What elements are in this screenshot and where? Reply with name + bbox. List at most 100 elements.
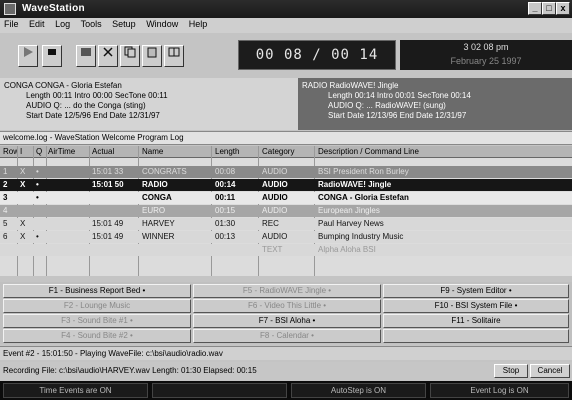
cell-i: X [20,180,26,189]
table-row[interactable]: 6 X • 15:01 49 WINNER 00:13 AUDIO Bumping Indus… [0,231,572,243]
cell-row: 3 [3,193,8,202]
col-airtime[interactable]: AirTime [48,146,88,157]
menu-setup[interactable]: Setup [108,18,140,29]
f2-button[interactable]: F2 - Lounge Music [3,299,191,313]
f10-button[interactable]: F10 - BSI System File • [383,299,569,313]
menu-tools[interactable]: Tools [77,18,106,29]
play-icon [24,47,33,57]
event-log-status[interactable]: Event Log is ON [430,383,569,398]
cell-desc: Alpha Aloha BSI [318,245,376,254]
cell-q: • [36,167,39,176]
f9-button[interactable]: F9 - System Editor • [383,284,569,298]
menu-bar: File Edit Log Tools Setup Window Help [0,18,572,33]
cell-name: HARVEY [142,219,175,228]
col-category[interactable]: Category [262,146,312,157]
col-q[interactable]: Q [36,146,46,157]
current-length: Length 00:11 Intro 00:00 SecTone 00:11 [26,91,168,100]
cell-row: 6 [3,232,8,241]
cell-length: 00:13 [215,232,236,241]
table-row[interactable]: 2 X • 15:01 50 RADIO 00:14 AUDIO RadioWAVE! Jin… [0,179,572,191]
stop-button[interactable] [42,45,62,67]
cell-category: AUDIO [262,206,288,215]
col-row[interactable]: Row [3,146,17,157]
hotkey-panel: F1 - Business Report Bed • F2 - Lounge M… [0,282,572,344]
record-button[interactable] [76,45,96,67]
cell-length: 00:08 [215,167,236,176]
cell-q: • [36,180,39,189]
f4-button[interactable]: F4 - Sound Bite #2 • [3,329,191,343]
f8-button[interactable]: F8 - Calendar • [193,329,381,343]
table-row[interactable]: 1 X • 15:01 33 CONGRATS 00:08 AUDIO BSI Preside… [0,166,572,178]
cell-row: 5 [3,219,8,228]
grid-icon [168,47,180,57]
stop-recording-button[interactable]: Stop [494,364,528,378]
minimize-button[interactable]: _ [528,2,542,15]
copy-icon [124,46,136,58]
col-i[interactable]: I [20,146,34,157]
table-row[interactable]: 4 EURO 00:15 AUDIO European Jingles [0,205,572,217]
cut-button[interactable] [98,45,118,67]
cart-button[interactable] [164,45,184,67]
cell-actual: 15:01 49 [92,232,124,241]
toolbar [0,33,235,77]
paste-icon [147,47,157,58]
f12-button[interactable] [383,329,569,343]
col-actual[interactable]: Actual [92,146,132,157]
table-row[interactable]: 5 X 15:01 49 HARVEY 01:30 REC Paul Harvey News [0,218,572,230]
cell-length: 00:11 [215,193,236,202]
f11-button[interactable]: F11 - Solitaire [383,314,569,328]
cell-name: RADIO [142,180,168,189]
cell-length: 00:14 [215,180,236,189]
next-length: Length 00:14 Intro 00:01 SecTone 00:14 [328,91,471,100]
cell-desc: Paul Harvey News [318,219,384,228]
cell-name: CONGA [142,193,172,202]
menu-help[interactable]: Help [185,18,212,29]
col-name[interactable]: Name [142,146,207,157]
cell-i: X [20,232,26,241]
menu-window[interactable]: Window [142,18,182,29]
elapsed-time-display: 00 08 / 00 14 [238,40,396,70]
cell-desc: CONGA - Gloria Estefan [318,193,409,202]
cell-row: 4 [3,206,8,215]
cell-category: AUDIO [262,193,288,202]
table-row[interactable]: TEXT Alpha Aloha BSI [0,244,572,256]
f7-button[interactable]: F7 - BSI Aloha • [193,314,381,328]
log-title: welcome.log - WaveStation Welcome Progra… [0,131,572,145]
time-events-status[interactable]: Time Events are ON [3,383,148,398]
next-cue: AUDIO Q: ... RadioWAVE! (sung) [328,101,446,110]
f3-button[interactable]: F3 - Sound Bite #1 • [3,314,191,328]
current-dates: Start Date 12/5/96 End Date 12/31/97 [26,111,160,120]
f5-button[interactable]: F5 - RadioWAVE Jingle • [193,284,381,298]
copy-button[interactable] [120,45,140,67]
close-button[interactable]: x [556,2,570,15]
menu-log[interactable]: Log [51,18,74,29]
cell-actual: 15:01 33 [92,167,124,176]
cell-actual: 15:01 50 [92,180,124,189]
app-icon [4,3,16,15]
table-row[interactable]: 3 • CONGA 00:11 AUDIO CONGA - Gloria Estefan [0,192,572,204]
f1-button[interactable]: F1 - Business Report Bed • [3,284,191,298]
col-length[interactable]: Length [215,146,247,157]
next-event-pane: RADIO RadioWAVE! Jingle Length 00:14 Int… [298,78,572,130]
cell-q: • [36,193,39,202]
cell-desc: European Jingles [318,206,380,215]
f6-button[interactable]: F6 - Video This Little • [193,299,381,313]
menu-file[interactable]: File [0,18,23,29]
clock-time: 3 02 08 pm [463,42,509,52]
maximize-button[interactable]: □ [542,2,556,15]
play-button[interactable] [18,45,38,67]
cell-name: EURO [142,206,166,215]
paste-button[interactable] [142,45,162,67]
cancel-button[interactable]: Cancel [530,364,570,378]
cell-q: • [36,232,39,241]
col-description[interactable]: Description / Command Line [318,146,568,157]
menu-edit[interactable]: Edit [25,18,49,29]
cell-desc: BSI President Ron Burley [318,167,409,176]
autostep-status[interactable]: AutoStep is ON [291,383,426,398]
cell-length: 01:30 [215,219,236,228]
next-title: RADIO RadioWAVE! Jingle [302,81,399,90]
title-bar: WaveStation _ □ x [0,0,572,18]
cell-desc: RadioWAVE! Jingle [318,180,392,189]
window-title: WaveStation [22,3,85,14]
status-bar: Time Events are ON AutoStep is ON Event … [0,381,572,400]
